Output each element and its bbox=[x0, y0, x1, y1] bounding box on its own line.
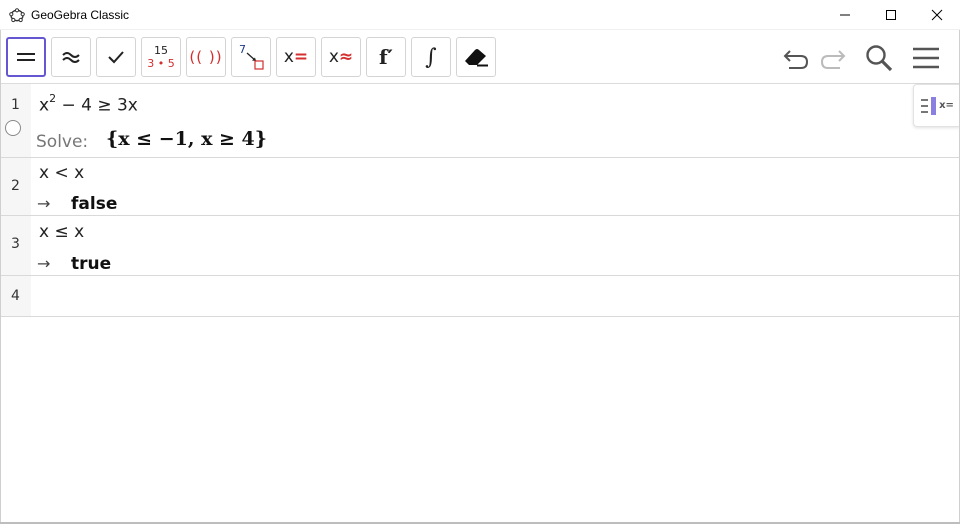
row-output: {x ≤ −1, x ≥ 4} bbox=[106, 128, 267, 150]
row-input[interactable]: x2 − 4 ≥ 3x bbox=[39, 92, 138, 116]
minimize-button[interactable] bbox=[822, 0, 868, 30]
window-frame-left bbox=[0, 30, 1, 524]
cas-row-4[interactable]: 4 bbox=[0, 276, 960, 317]
row-number: 2 bbox=[11, 178, 20, 194]
maximize-icon bbox=[886, 10, 896, 20]
delete-tool-button[interactable] bbox=[456, 37, 496, 77]
integral-tool-button[interactable]: ∫ bbox=[411, 37, 451, 77]
undo-icon bbox=[783, 50, 809, 69]
maximize-button[interactable] bbox=[868, 0, 914, 30]
algebra-view-toggle-icon: x= bbox=[920, 96, 954, 116]
factor-icon: 15 3 • 5 bbox=[147, 44, 175, 70]
equals-icon bbox=[17, 53, 35, 61]
row-input[interactable]: x ≤ x bbox=[39, 222, 84, 242]
solve-tool-button[interactable]: x= bbox=[276, 37, 316, 77]
search-button[interactable] bbox=[862, 41, 896, 75]
minimize-icon bbox=[840, 14, 850, 16]
expand-icon: (( )) bbox=[189, 48, 223, 66]
expand-tool-button[interactable]: (( )) bbox=[186, 37, 226, 77]
substitute-tool-button[interactable]: 7 bbox=[231, 37, 271, 77]
row-output: true bbox=[71, 254, 112, 274]
check-icon bbox=[108, 51, 124, 64]
algebra-view-toggle-button[interactable]: x= bbox=[913, 84, 960, 127]
factor-tool-button[interactable]: 15 3 • 5 bbox=[141, 37, 181, 77]
row-input[interactable]: x < x bbox=[39, 163, 84, 183]
menu-icon bbox=[913, 47, 939, 69]
substitute-icon: 7 bbox=[236, 42, 266, 72]
row-number: 4 bbox=[11, 288, 20, 304]
redo-icon bbox=[820, 50, 846, 69]
eraser-icon bbox=[465, 49, 488, 67]
evaluate-tool-button[interactable] bbox=[6, 37, 46, 77]
row-output: false bbox=[71, 194, 118, 214]
row-visibility-toggle[interactable] bbox=[5, 120, 21, 136]
output-label: Solve: bbox=[36, 132, 89, 152]
cas-view: 1 x2 − 4 ≥ 3x Solve: {x ≤ −1, x ≥ 4} 2 x… bbox=[0, 84, 960, 317]
integral-icon: ∫ bbox=[425, 44, 437, 70]
keep-input-tool-button[interactable] bbox=[96, 37, 136, 77]
main-menu-button[interactable] bbox=[909, 41, 943, 75]
geogebra-pentagon-icon bbox=[9, 8, 25, 23]
close-icon bbox=[931, 9, 943, 21]
derivative-tool-button[interactable]: f′ bbox=[366, 37, 406, 77]
row-number: 1 bbox=[11, 97, 20, 113]
approx-icon bbox=[62, 52, 80, 63]
undo-button[interactable] bbox=[779, 41, 813, 75]
derivative-icon: f′ bbox=[379, 45, 393, 69]
output-arrow: → bbox=[37, 254, 51, 273]
cas-row-1[interactable]: 1 x2 − 4 ≥ 3x Solve: {x ≤ −1, x ≥ 4} bbox=[0, 84, 960, 158]
output-arrow: → bbox=[37, 194, 51, 213]
cas-toolbar: 15 3 • 5 (( )) 7 x= x≈ f′ ∫ bbox=[0, 31, 960, 84]
window-title: GeoGebra Classic bbox=[31, 8, 130, 22]
cas-row-2[interactable]: 2 x < x → false bbox=[0, 158, 960, 216]
solve-icon: x= bbox=[283, 47, 309, 67]
nsolve-icon: x≈ bbox=[328, 47, 354, 67]
numeric-tool-button[interactable] bbox=[51, 37, 91, 77]
row-number: 3 bbox=[11, 236, 20, 252]
close-button[interactable] bbox=[914, 0, 960, 30]
title-bar: GeoGebra Classic bbox=[0, 0, 960, 30]
solve-numerically-tool-button[interactable]: x≈ bbox=[321, 37, 361, 77]
cas-row-3[interactable]: 3 x ≤ x → true bbox=[0, 216, 960, 276]
search-icon bbox=[866, 45, 893, 72]
redo-button[interactable] bbox=[816, 41, 850, 75]
